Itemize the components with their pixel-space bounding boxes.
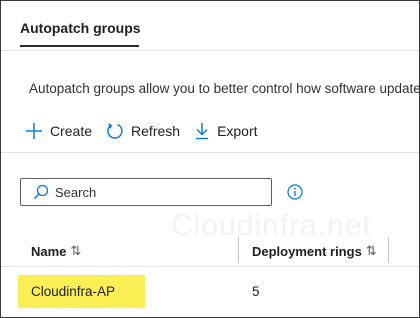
search-input[interactable]	[55, 184, 255, 200]
refresh-icon	[107, 123, 123, 139]
toolbar-divider	[1, 152, 419, 153]
cell-name-link[interactable]: Cloudinfra-AP	[31, 284, 115, 299]
info-icon[interactable]	[287, 184, 303, 200]
autopatch-groups-panel: Autopatch groups Autopatch groups allow …	[0, 0, 420, 318]
column-header-deployment-rings[interactable]: Deployment rings ⇅	[252, 243, 377, 259]
page-description: Autopatch groups allow you to better con…	[29, 81, 420, 96]
refresh-button[interactable]: Refresh	[106, 122, 180, 140]
column-divider[interactable]	[388, 237, 389, 263]
export-label: Export	[217, 123, 258, 139]
search-box[interactable]	[20, 178, 272, 206]
active-tab-indicator	[20, 45, 139, 47]
watermark: Cloudinfra.net	[171, 209, 372, 242]
cell-deployment-rings: 5	[252, 284, 260, 299]
export-button[interactable]: Export	[194, 122, 258, 140]
create-label: Create	[50, 123, 93, 139]
tab-autopatch-groups[interactable]: Autopatch groups	[20, 20, 141, 36]
command-toolbar: Create Refresh Export	[25, 119, 272, 143]
tab-bar: Autopatch groups	[1, 1, 419, 51]
create-button[interactable]: Create	[25, 122, 92, 140]
download-icon	[196, 123, 209, 140]
table-row[interactable]: Cloudinfra-AP 5	[1, 267, 419, 313]
sort-arrows-icon[interactable]: ⇅	[70, 243, 81, 259]
column-header-name[interactable]: Name ⇅	[31, 243, 81, 259]
sort-arrows-icon[interactable]: ⇅	[366, 243, 377, 259]
refresh-label: Refresh	[131, 123, 181, 139]
column-header-name-label: Name	[31, 243, 67, 259]
plus-icon	[26, 123, 42, 139]
search-icon	[34, 184, 49, 199]
column-divider[interactable]	[238, 237, 239, 263]
column-header-deployment-rings-label: Deployment rings	[252, 243, 362, 259]
